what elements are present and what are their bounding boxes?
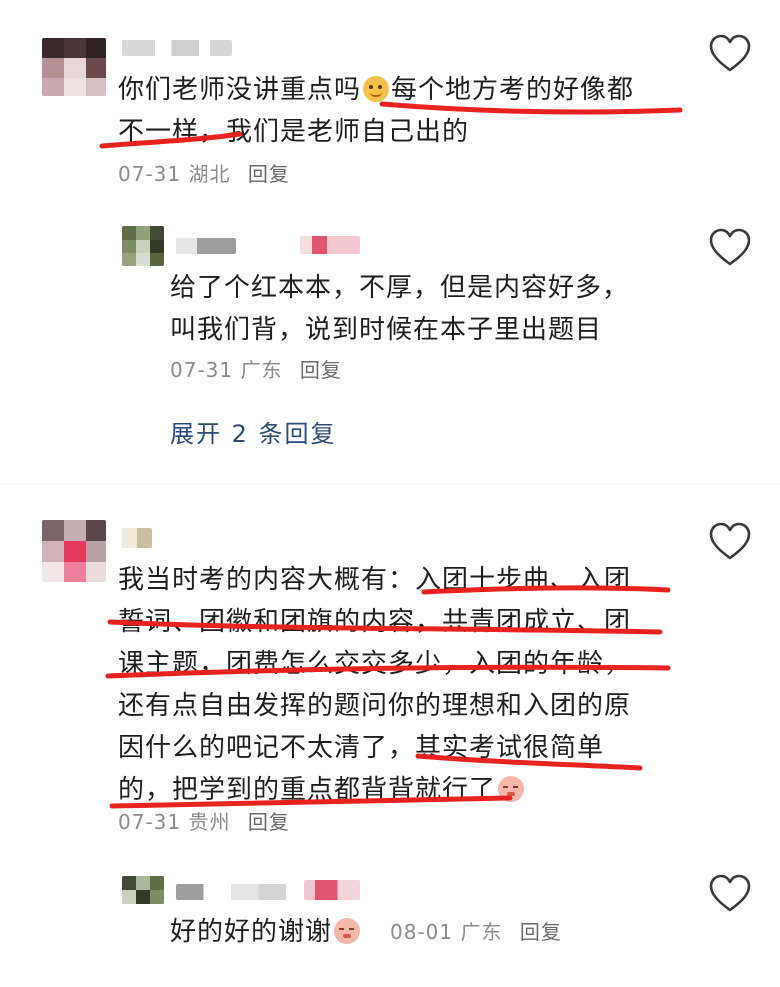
comment-text-line1: 我当时考的内容大概有：入团十步曲、入团 [118,565,632,595]
smile-emoji-icon [363,76,390,102]
comment-meta: 07-31 湖北 回复 [118,160,290,188]
heart-outline-icon[interactable] [708,522,752,562]
username-blurred[interactable] [122,528,152,548]
avatar[interactable] [122,226,164,266]
shy-emoji-icon [498,776,525,802]
reply-button[interactable]: 回复 [300,358,342,382]
heart-outline-icon[interactable] [708,228,752,268]
reply-meta: 07-31 广东 回复 [170,356,342,384]
username-blurred[interactable] [176,884,286,900]
username-blurred[interactable] [176,238,236,254]
expand-replies-button[interactable]: 展开 2 条回复 [170,418,337,450]
username-blurred[interactable] [122,40,232,56]
comment-region: 贵州 [188,810,231,834]
comment-text-line4: 还有点自由发挥的题问你的理想和入团的原 [118,691,632,721]
reply-button[interactable]: 回复 [248,810,290,834]
comment-text-line3: 课主题，团费怎么交交多少，入团的年龄， [118,649,632,679]
avatar[interactable] [122,876,164,904]
user-badge-blurred [300,236,360,254]
divider [0,484,780,485]
heart-outline-icon[interactable] [708,874,752,914]
reply-text: 给了个红本本，不厚，但是内容好多， [170,273,630,303]
reply-date: 08-01 [390,920,454,944]
reply-button[interactable]: 回复 [520,920,562,944]
comment-meta: 07-31 贵州 回复 [118,808,290,836]
avatar[interactable] [42,38,106,96]
shy-emoji-icon [334,918,361,944]
comment-text: 你们老师没讲重点吗 每个地方考的好像都 [118,75,635,105]
reply-text-line2: 叫我们背，说到时候在本子里出题目 [170,315,603,345]
comment-date: 07-31 [118,810,182,834]
avatar[interactable] [42,520,106,582]
heart-outline-icon[interactable] [708,34,752,74]
reply-date: 07-31 [170,358,234,382]
reply-meta: 08-01 广东 回复 [390,918,562,946]
user-badge-blurred [304,880,360,900]
comment-region: 湖北 [188,162,231,186]
reply-text: 好的好的谢谢 [170,910,362,954]
reply-region: 广东 [240,358,283,382]
comment-text-line5: 因什么的吧记不太清了，其实考试很简单 [118,733,605,763]
comment-text-line6: 的，把学到的重点都背背就行了 [118,768,526,812]
comment-text-line2: 不一样，我们是老师自己出的 [118,117,470,147]
comment-text-line2: 誓词、团徽和团旗的内容，共青团成立、团 [118,607,632,637]
reply-button[interactable]: 回复 [248,162,290,186]
reply-region: 广东 [460,920,503,944]
comment-date: 07-31 [118,162,182,186]
